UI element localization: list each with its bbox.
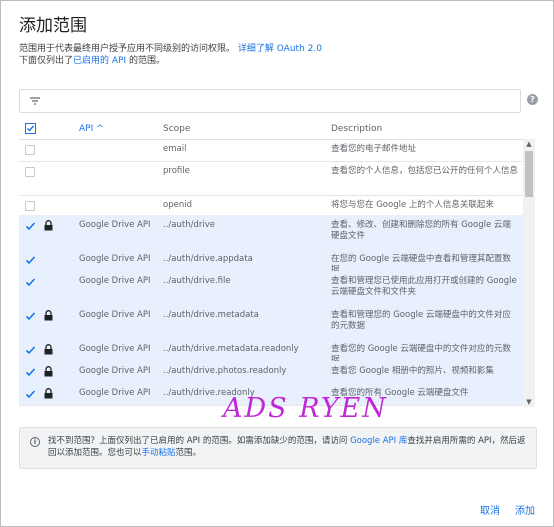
learn-more-link[interactable]: 详细了解 OAuth 2.0	[238, 44, 322, 54]
row-scope: ../auth/drive	[163, 220, 215, 230]
table-row[interactable]: Google Drive API ../auth/drive.metadata 查看…	[19, 305, 523, 340]
row-checkbox[interactable]	[25, 201, 35, 211]
select-all-checkbox[interactable]	[25, 123, 36, 134]
row-checkbox[interactable]	[25, 255, 36, 265]
row-scope: ../auth/drive.file	[163, 276, 231, 286]
manual-paste-link[interactable]: 手动粘贴	[142, 448, 176, 458]
lock-icon	[44, 344, 53, 358]
google-api-library-link[interactable]: Google API 库	[350, 436, 407, 446]
add-button[interactable]: 添加	[515, 502, 535, 517]
cancel-button[interactable]: 取消	[480, 502, 500, 517]
row-api: Google Drive API	[79, 344, 151, 354]
notice-text: 找不到范围？上面仅列出了已启用的 API 的范围。如需添加缺少的范围，请访问 G…	[48, 435, 528, 459]
filter-input[interactable]	[19, 89, 521, 113]
row-checkbox[interactable]	[25, 221, 36, 231]
scroll-down-icon[interactable]: ▼	[523, 397, 535, 407]
description-line1: 范围用于代表最终用户授予应用不同级别的访问权限。	[19, 44, 236, 54]
row-scope: openid	[163, 200, 192, 210]
notice-text-suffix: 范围。	[175, 448, 202, 458]
row-checkbox[interactable]	[25, 389, 36, 399]
scroll-up-icon[interactable]: ▲	[523, 139, 535, 149]
table-row[interactable]: Google Drive API ../auth/drive.file 查看和管理您…	[19, 271, 523, 306]
table-row[interactable]: email 查看您的电子邮件地址	[19, 139, 523, 162]
api-column-header[interactable]: API ^	[79, 124, 104, 134]
row-description: 查看、修改、创建和删除您的所有 Google 云端硬盘文件	[331, 220, 511, 241]
row-api: Google Drive API	[79, 366, 151, 376]
help-icon[interactable]: ?	[527, 94, 538, 105]
table-row[interactable]: openid 将您与您在 Google 上的个人信息关联起来	[19, 195, 523, 216]
row-api: Google Drive API	[79, 276, 151, 286]
scroll-thumb[interactable]	[525, 151, 533, 197]
description-line2-prefix: 下面仅列出了	[19, 56, 74, 66]
row-api: Google Drive API	[79, 310, 151, 320]
row-scope: ../auth/drive.metadata.readonly	[163, 344, 299, 354]
table-row[interactable]: Google Drive API ../auth/drive.photos.rea…	[19, 361, 523, 384]
description-line2-suffix: 的范围。	[126, 56, 165, 66]
row-description: 查看您 Google 相册中的照片、视频和影集	[331, 366, 494, 376]
enabled-api-link[interactable]: 已启用的 API	[73, 56, 126, 66]
row-api: Google Drive API	[79, 388, 151, 398]
row-description: 查看和管理您的 Google 云端硬盘中的文件对应的元数据	[331, 310, 511, 331]
lock-icon	[44, 220, 53, 234]
row-api: Google Drive API	[79, 254, 151, 264]
dialog-description: 范围用于代表最终用户授予应用不同级别的访问权限。 详细了解 OAuth 2.0 …	[19, 43, 322, 67]
row-scope: ../auth/drive.appdata	[163, 254, 253, 264]
row-checkbox[interactable]	[25, 145, 35, 155]
row-checkbox[interactable]	[25, 167, 35, 177]
row-checkbox[interactable]	[25, 367, 36, 377]
scope-column-header: Scope	[163, 124, 191, 134]
row-description: 将您与您在 Google 上的个人信息关联起来	[331, 200, 494, 210]
row-scope: email	[163, 144, 187, 154]
add-scopes-dialog: 添加范围 范围用于代表最终用户授予应用不同级别的访问权限。 详细了解 OAuth…	[0, 0, 554, 527]
row-description: 查看和管理您已使用此应用打开或创建的 Google 云端硬盘文件和文件夹	[331, 276, 517, 297]
row-checkbox[interactable]	[25, 277, 36, 287]
row-scope: profile	[163, 166, 190, 176]
table-row[interactable]: Google Drive API ../auth/drive.metadata.r…	[19, 339, 523, 365]
missing-scope-notice: i 找不到范围？上面仅列出了已启用的 API 的范围。如需添加缺少的范围，请访问…	[19, 427, 537, 469]
notice-text-prefix: 找不到范围？上面仅列出了已启用的 API 的范围。如需添加缺少的范围，请访问	[48, 436, 351, 446]
row-api: Google Drive API	[79, 220, 151, 230]
table-row[interactable]: Google Drive API ../auth/drive 查看、修改、创建和删除…	[19, 215, 523, 250]
scopes-table: API ^ Scope Description email 查看您的电子邮件地址 p…	[19, 119, 535, 407]
row-description: 查看您的电子邮件地址	[331, 144, 417, 154]
table-row[interactable]: Google Drive API ../auth/drive.appdata 在您的…	[19, 249, 523, 275]
info-icon: i	[30, 437, 40, 447]
table-row[interactable]: profile 查看您的个人信息，包括您已公开的任何个人信息	[19, 161, 523, 196]
dialog-title: 添加范围	[19, 16, 87, 36]
row-checkbox[interactable]	[25, 345, 36, 355]
table-scrollbar[interactable]: ▲ ▼	[523, 139, 535, 407]
row-scope: ../auth/drive.metadata	[163, 310, 259, 320]
lock-icon	[44, 310, 53, 324]
filter-icon[interactable]	[29, 95, 41, 107]
lock-icon	[44, 366, 53, 380]
watermark: ADS RYEN	[223, 393, 388, 424]
table-header: API ^ Scope Description	[19, 119, 535, 140]
lock-icon	[44, 388, 53, 402]
description-column-header: Description	[331, 124, 383, 134]
row-checkbox[interactable]	[25, 311, 36, 321]
row-scope: ../auth/drive.photos.readonly	[163, 366, 287, 376]
row-description: 查看您的个人信息，包括您已公开的任何个人信息	[331, 166, 519, 176]
